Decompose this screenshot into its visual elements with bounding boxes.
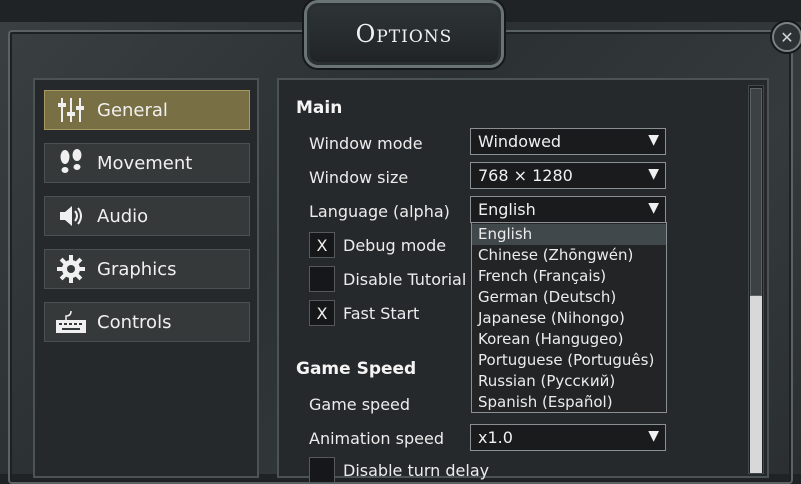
chevron-down-icon: ▼ bbox=[648, 166, 659, 182]
options-sidebar: General Movement Audio Graphics Controls bbox=[33, 78, 259, 478]
sidebar-item-label: Audio bbox=[97, 205, 149, 227]
sidebar-item-general[interactable]: General bbox=[44, 90, 250, 130]
disable-turn-delay-checkbox[interactable] bbox=[309, 457, 335, 483]
window-size-label: Window size bbox=[309, 168, 409, 187]
language-option[interactable]: Korean (Hangugeo) bbox=[472, 329, 666, 350]
language-label: Language (alpha) bbox=[309, 202, 450, 221]
speaker-icon bbox=[51, 200, 91, 232]
window-mode-label: Window mode bbox=[309, 134, 423, 153]
scrollbar-track[interactable] bbox=[750, 296, 762, 473]
language-option[interactable]: French (Français) bbox=[472, 266, 666, 287]
section-title-game-speed: Game Speed bbox=[296, 359, 417, 379]
game-speed-label: Game speed bbox=[309, 395, 411, 414]
language-option[interactable]: Chinese (Zhōngwén) bbox=[472, 245, 666, 266]
window-title: Options bbox=[355, 20, 453, 48]
debug-mode-checkbox[interactable]: X bbox=[309, 232, 335, 258]
window-size-value: 768 × 1280 bbox=[478, 166, 573, 185]
animation-speed-select[interactable]: x1.0 ▼ bbox=[470, 424, 666, 451]
window-mode-value: Windowed bbox=[478, 132, 562, 151]
content-scrollbar[interactable] bbox=[748, 85, 764, 474]
language-option[interactable]: Japanese (Nihongo) bbox=[472, 308, 666, 329]
scrollbar-thumb[interactable] bbox=[750, 88, 762, 296]
footprints-icon bbox=[51, 147, 91, 179]
language-option[interactable]: German (Deutsch) bbox=[472, 287, 666, 308]
disable-tutorial-label: Disable Tutorial bbox=[343, 270, 467, 289]
fast-start-label: Fast Start bbox=[343, 304, 420, 323]
section-title-main: Main bbox=[296, 98, 343, 118]
checkbox-mark: X bbox=[316, 303, 328, 323]
sidebar-item-audio[interactable]: Audio bbox=[44, 196, 250, 236]
debug-mode-label: Debug mode bbox=[343, 236, 447, 255]
checkbox-mark: X bbox=[316, 235, 328, 255]
gear-icon bbox=[51, 253, 91, 285]
sidebar-item-label: General bbox=[97, 99, 168, 121]
window-mode-select[interactable]: Windowed ▼ bbox=[470, 128, 666, 155]
animation-speed-label: Animation speed bbox=[309, 429, 444, 448]
keyboard-icon bbox=[51, 306, 91, 338]
language-option[interactable]: Portuguese (Português) bbox=[472, 350, 666, 371]
sidebar-item-controls[interactable]: Controls bbox=[44, 302, 250, 342]
sidebar-item-label: Graphics bbox=[97, 258, 177, 280]
language-dropdown-list: English Chinese (Zhōngwén) French (Franç… bbox=[471, 222, 667, 413]
window-title-plate: Options bbox=[304, 0, 504, 68]
disable-tutorial-checkbox[interactable] bbox=[309, 266, 335, 292]
sidebar-item-label: Controls bbox=[97, 311, 172, 333]
sidebar-item-graphics[interactable]: Graphics bbox=[44, 249, 250, 289]
language-select[interactable]: English ▼ bbox=[470, 196, 666, 223]
disable-turn-delay-label: Disable turn delay bbox=[343, 461, 490, 480]
sidebar-item-movement[interactable]: Movement bbox=[44, 143, 250, 183]
window-size-select[interactable]: 768 × 1280 ▼ bbox=[470, 162, 666, 189]
chevron-down-icon: ▼ bbox=[648, 132, 659, 148]
language-option[interactable]: English bbox=[472, 224, 666, 245]
sidebar-item-label: Movement bbox=[97, 152, 193, 174]
chevron-down-icon: ▼ bbox=[648, 428, 659, 444]
animation-speed-value: x1.0 bbox=[478, 428, 513, 447]
language-value: English bbox=[478, 200, 536, 219]
fast-start-checkbox[interactable]: X bbox=[309, 300, 335, 326]
close-button[interactable]: ✕ bbox=[772, 22, 801, 52]
close-icon: ✕ bbox=[780, 27, 794, 47]
chevron-down-icon: ▼ bbox=[648, 200, 659, 216]
language-option[interactable]: Spanish (Español) bbox=[472, 392, 666, 413]
language-option[interactable]: Russian (Русский) bbox=[472, 371, 666, 392]
sliders-icon bbox=[51, 94, 91, 126]
